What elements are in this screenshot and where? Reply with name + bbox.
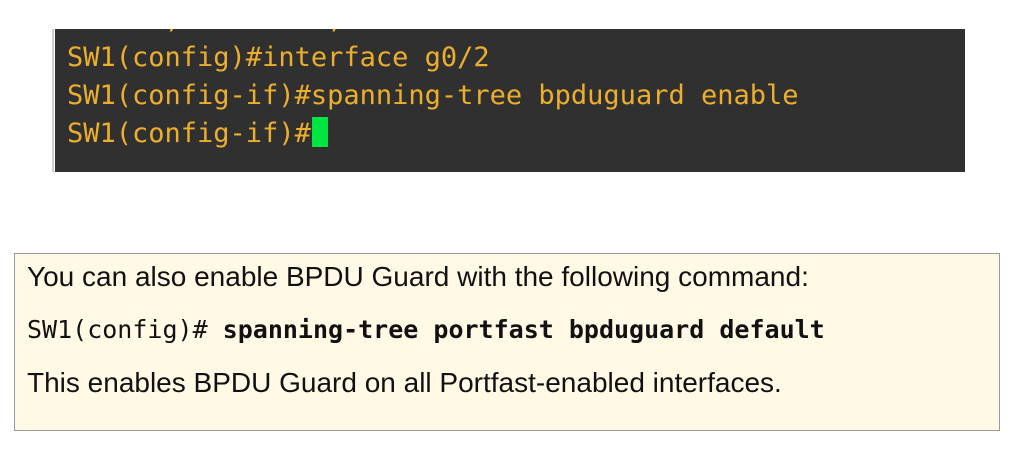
note-explanation: This enables BPDU Guard on all Portfast-… xyxy=(27,367,782,398)
terminal-left-edge xyxy=(52,29,54,172)
terminal-clipped-line: , , xyxy=(67,29,344,39)
note-command: SW1(config)# spanning-tree portfast bpdu… xyxy=(27,313,999,347)
terminal-line-3: SW1(config-if)# xyxy=(67,115,965,153)
terminal-cursor xyxy=(311,117,328,147)
terminal-line-2: SW1(config-if)#spanning-tree bpduguard e… xyxy=(67,80,799,111)
note-command-bold: spanning-tree portfast bpduguard default xyxy=(222,315,825,344)
terminal-line-1: SW1(config)#interface g0/2 xyxy=(67,42,490,73)
terminal-window[interactable]: , , SW1(config)#interface g0/2 SW1(confi… xyxy=(55,29,965,172)
note-intro: You can also enable BPDU Guard with the … xyxy=(27,261,809,292)
note-box: You can also enable BPDU Guard with the … xyxy=(14,253,1000,431)
terminal-prompt: SW1(config-if)# xyxy=(67,118,311,149)
note-command-prompt: SW1(config)# xyxy=(27,315,223,344)
